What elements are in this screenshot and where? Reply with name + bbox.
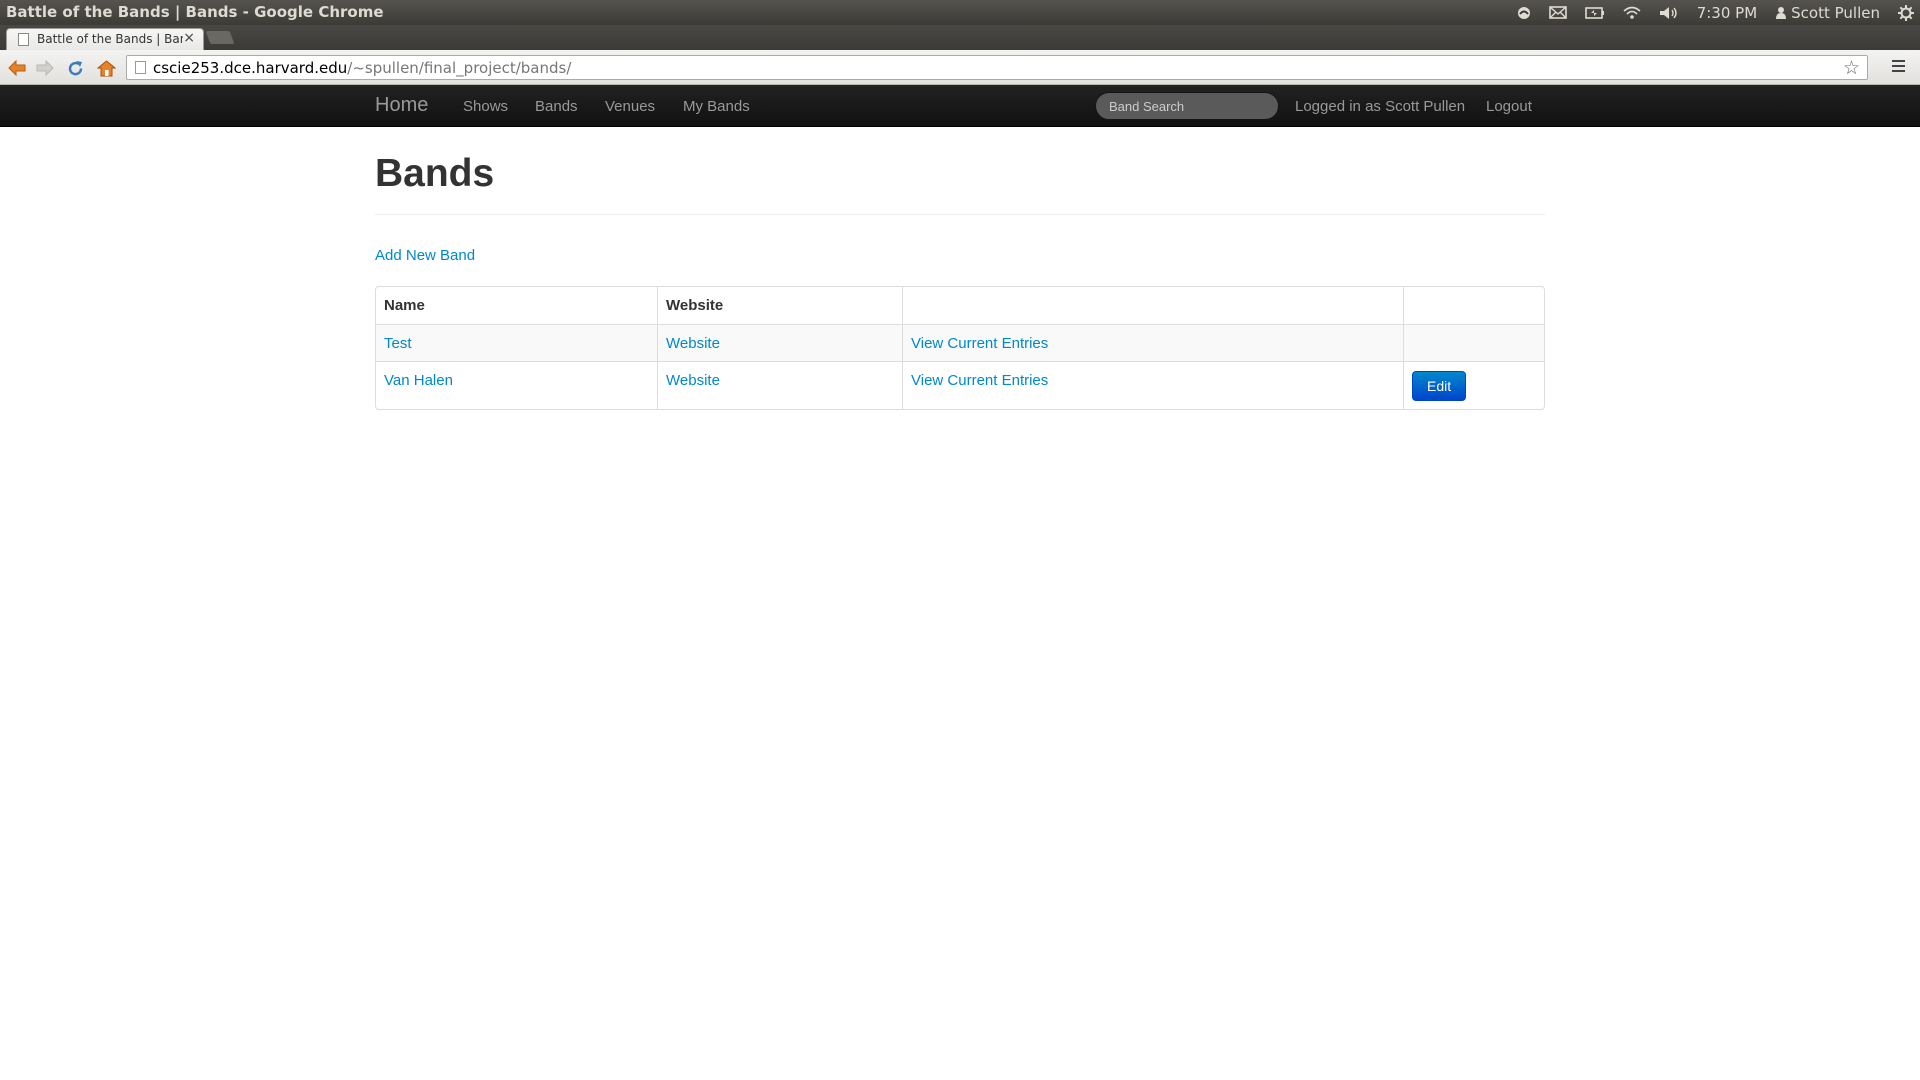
url-path: /~spullen/final_project/bands/: [347, 59, 572, 77]
page-title: Bands: [375, 152, 495, 195]
band-name-cell: Van Halen: [376, 361, 657, 409]
volume-icon[interactable]: [1659, 6, 1679, 20]
band-website-cell: Website: [657, 324, 902, 361]
user-icon: [1776, 7, 1787, 19]
tab-title: Battle of the Bands | Bands: [37, 32, 183, 46]
view-current-entries-link[interactable]: View Current Entries: [911, 372, 1048, 389]
page-icon: [135, 61, 146, 74]
os-top-panel: Battle of the Bands | Bands - Google Chr…: [0, 0, 1920, 25]
site-navbar: Home Shows Bands Venues My Bands Logged …: [0, 85, 1920, 127]
band-website-link[interactable]: Website: [666, 372, 720, 389]
settings-gear-icon[interactable]: [1898, 4, 1914, 21]
tab-strip: Battle of the Bands | Bands ×: [0, 25, 1920, 50]
column-header-actions: [1403, 287, 1544, 324]
column-header-name: Name: [384, 297, 425, 314]
url-text: cscie253.dce.harvard.edu/~spullen/final_…: [153, 59, 571, 77]
column-header-entries: [902, 287, 1403, 324]
user-menu[interactable]: Scott Pullen: [1775, 4, 1880, 22]
clock[interactable]: 7:30 PM: [1697, 4, 1757, 22]
system-tray: 7:30 PM Scott Pullen: [1517, 0, 1914, 25]
wifi-icon[interactable]: [1623, 6, 1641, 20]
add-new-band-link[interactable]: Add New Band: [375, 247, 475, 264]
title-divider: [375, 214, 1545, 215]
band-actions-cell: [1403, 324, 1544, 361]
browser-tab-active[interactable]: Battle of the Bands | Bands ×: [6, 28, 204, 50]
bands-table: Name Website Test Website View Current E…: [375, 286, 1545, 410]
band-website-link[interactable]: Website: [666, 335, 720, 352]
nav-link-bands[interactable]: Bands: [535, 98, 578, 115]
band-actions-cell: Edit: [1403, 361, 1544, 409]
chrome-menu-icon[interactable]: [1888, 57, 1908, 77]
tab-close-icon[interactable]: ×: [183, 30, 195, 46]
reload-button[interactable]: [64, 57, 86, 79]
table-row: Test Website View Current Entries: [376, 324, 1544, 361]
new-tab-button[interactable]: [205, 31, 235, 44]
address-bar[interactable]: cscie253.dce.harvard.edu/~spullen/final_…: [126, 55, 1868, 80]
nav-home-link[interactable]: Home: [375, 94, 428, 117]
forward-arrow-icon: [36, 60, 54, 76]
browser-toolbar: cscie253.dce.harvard.edu/~spullen/final_…: [0, 50, 1920, 85]
bookmark-star-icon[interactable]: ☆: [1843, 57, 1860, 80]
url-host: cscie253.dce.harvard.edu: [153, 59, 348, 77]
band-search-input[interactable]: [1095, 92, 1279, 120]
page-favicon-icon: [18, 33, 29, 46]
logout-link[interactable]: Logout: [1486, 98, 1532, 115]
band-name-cell: Test: [376, 324, 657, 361]
battery-icon[interactable]: [1584, 6, 1605, 19]
nav-link-venues[interactable]: Venues: [605, 98, 655, 115]
home-button[interactable]: [95, 57, 117, 79]
logged-in-text: Logged in as Scott Pullen: [1295, 98, 1466, 115]
back-button[interactable]: [6, 57, 28, 79]
band-website-cell: Website: [657, 361, 902, 409]
table-row: Van Halen Website View Current Entries E…: [376, 361, 1544, 409]
user-name: Scott Pullen: [1791, 3, 1880, 22]
band-name-link[interactable]: Test: [384, 335, 412, 352]
mail-icon[interactable]: [1548, 6, 1567, 19]
column-header-website: Website: [657, 287, 902, 324]
band-name-link[interactable]: Van Halen: [384, 372, 453, 389]
window-title: Battle of the Bands | Bands - Google Chr…: [6, 3, 384, 21]
nav-link-my-bands[interactable]: My Bands: [683, 98, 750, 115]
table-header-row: Name Website: [376, 287, 1544, 324]
band-entries-cell: View Current Entries: [902, 324, 1403, 361]
dropbox-icon[interactable]: [1517, 6, 1531, 20]
back-arrow-icon: [8, 60, 26, 76]
home-icon: [96, 59, 116, 76]
reload-icon: [68, 60, 82, 75]
band-entries-cell: View Current Entries: [902, 361, 1403, 409]
view-current-entries-link[interactable]: View Current Entries: [911, 335, 1048, 352]
edit-band-button[interactable]: Edit: [1412, 371, 1467, 401]
forward-button[interactable]: [34, 57, 56, 79]
nav-link-shows[interactable]: Shows: [463, 98, 508, 115]
